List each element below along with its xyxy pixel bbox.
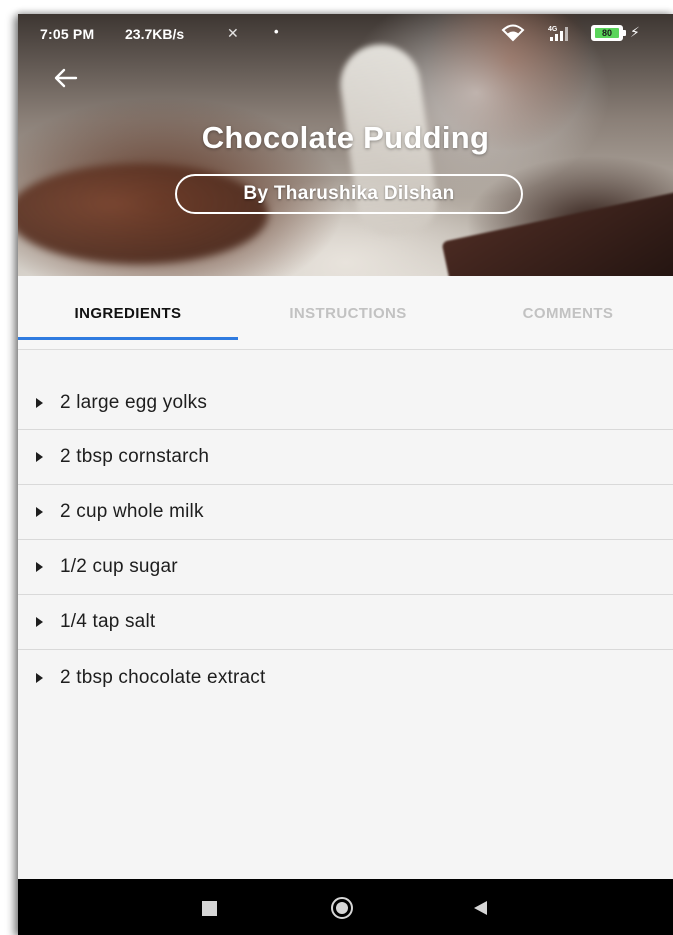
signal-4g-icon: 4G bbox=[548, 26, 568, 41]
ingredient-item: 2 large egg yolks bbox=[18, 350, 673, 430]
ingredient-text: 2 cup whole milk bbox=[60, 501, 204, 522]
charging-icon: ⚡ bbox=[630, 24, 640, 40]
ingredient-item: 1/2 cup sugar bbox=[18, 540, 673, 595]
bullet-icon bbox=[36, 452, 43, 462]
ingredient-text: 2 large egg yolks bbox=[60, 391, 208, 413]
home-circle-icon[interactable] bbox=[331, 897, 353, 919]
system-navigation-bar bbox=[18, 879, 673, 935]
active-tab-indicator bbox=[18, 337, 238, 340]
dot-icon: • bbox=[274, 24, 279, 39]
bullet-icon bbox=[36, 672, 43, 683]
ingredient-item: 2 cup whole milk bbox=[18, 485, 673, 540]
ingredient-item: 2 tbsp chocolate extract bbox=[18, 650, 673, 705]
battery-level: 80 bbox=[595, 28, 619, 38]
svg-text:4G: 4G bbox=[548, 26, 558, 33]
tab-instructions[interactable]: INSTRUCTIONS bbox=[238, 276, 458, 350]
back-button[interactable] bbox=[48, 60, 84, 96]
bullet-icon bbox=[36, 617, 43, 627]
ingredient-text: 1/4 tap salt bbox=[60, 611, 156, 632]
arrow-left-icon bbox=[54, 68, 78, 88]
ingredient-text: 2 tbsp cornstarch bbox=[60, 446, 210, 467]
back-triangle-icon[interactable] bbox=[474, 901, 487, 915]
recipe-title: Chocolate Pudding bbox=[201, 120, 490, 155]
ingredients-list: 2 large egg yolks 2 tbsp cornstarch 2 cu… bbox=[18, 350, 673, 705]
tab-comments[interactable]: COMMENTS bbox=[458, 276, 673, 350]
author-chip[interactable]: By Tharushika Dilshan bbox=[175, 174, 523, 214]
mute-icon: ✕ bbox=[227, 25, 239, 41]
recents-square-icon[interactable] bbox=[202, 901, 217, 916]
app-screen: 7:05 PM 23.7KB/s ✕ • 4G 80 ⚡ Chocolate P… bbox=[18, 14, 673, 935]
bullet-icon bbox=[36, 507, 43, 517]
status-bar: 7:05 PM 23.7KB/s ✕ • 4G 80 ⚡ bbox=[18, 14, 673, 54]
ingredient-item: 2 tbsp cornstarch bbox=[18, 430, 673, 485]
ingredient-text: 1/2 cup sugar bbox=[60, 556, 178, 577]
bullet-icon bbox=[36, 562, 43, 572]
recipe-header-image: 7:05 PM 23.7KB/s ✕ • 4G 80 ⚡ Chocolate P… bbox=[18, 14, 673, 276]
bullet-icon bbox=[36, 397, 43, 408]
ingredient-text: 2 tbsp chocolate extract bbox=[60, 666, 266, 688]
status-time: 7:05 PM bbox=[40, 26, 95, 42]
wifi-icon bbox=[501, 24, 525, 42]
ingredient-item: 1/4 tap salt bbox=[18, 595, 673, 650]
status-net-speed: 23.7KB/s bbox=[125, 26, 185, 42]
battery-icon: 80 bbox=[591, 25, 626, 41]
